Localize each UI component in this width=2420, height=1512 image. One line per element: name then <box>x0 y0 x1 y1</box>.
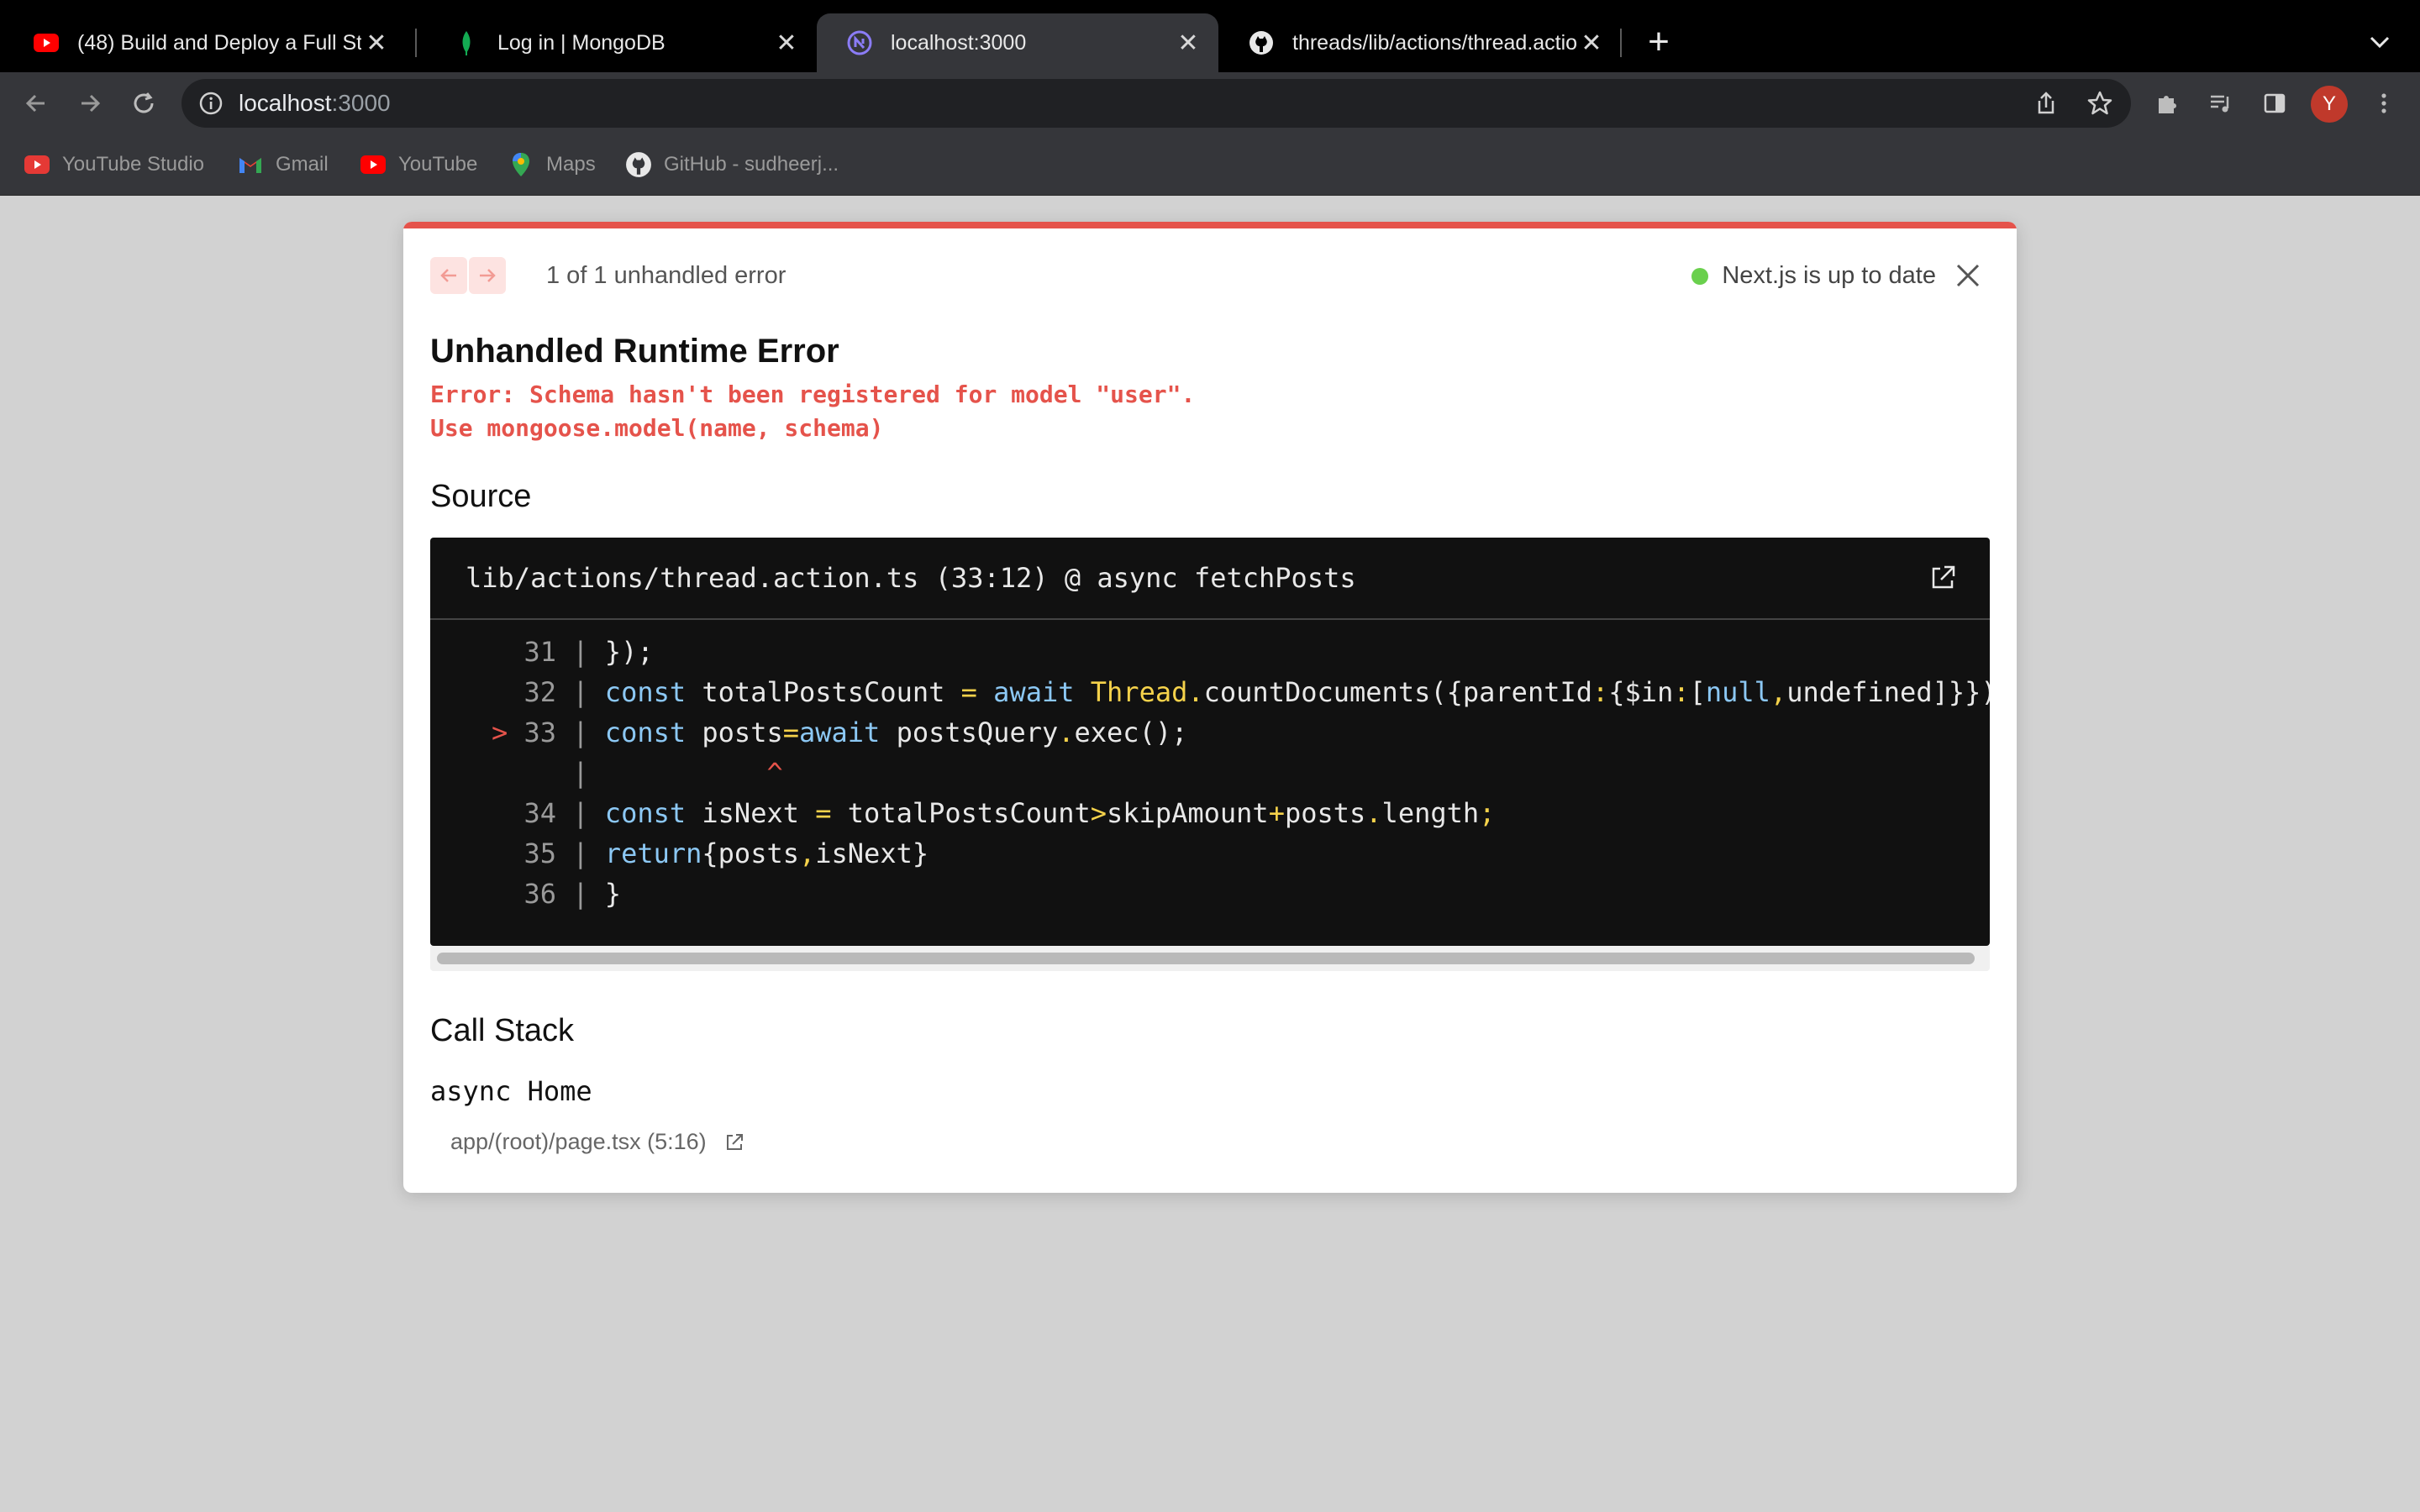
puzzle-icon <box>2159 96 2176 113</box>
error-message: Error: Schema hasn't been registered for… <box>430 381 1196 442</box>
maps-icon <box>508 151 534 178</box>
tab-localhost[interactable]: localhost:3000 ✕ <box>817 13 1218 72</box>
github-icon <box>1249 30 1274 55</box>
tab-github[interactable]: threads/lib/actions/thread.action.ts ✕ <box>1218 13 1622 72</box>
close-tab-icon[interactable]: ✕ <box>361 29 392 58</box>
previous-error-button[interactable] <box>430 257 467 294</box>
side-panel-button[interactable] <box>2255 84 2294 123</box>
stack-frame-location[interactable]: app/(root)/page.tsx (5:16) <box>450 1129 745 1155</box>
code-line: 31 | }); <box>523 636 654 668</box>
bookmark-label: YouTube Studio <box>62 153 205 176</box>
bookmark-youtube[interactable]: YouTube <box>360 150 477 180</box>
stack-frame-name: async Home <box>430 1075 592 1107</box>
code-line: 34 | const isNext = totalPostsCount>skip… <box>523 797 1496 829</box>
close-tab-icon[interactable]: ✕ <box>1173 29 1203 58</box>
code-line-error: > 33 | const posts=await postsQuery.exec… <box>491 717 1188 748</box>
gmail-icon <box>237 151 264 178</box>
mongodb-leaf-icon <box>454 30 479 55</box>
nextjs-icon <box>847 30 872 55</box>
playlist-icon <box>2211 95 2229 113</box>
next-error-button[interactable] <box>469 257 506 294</box>
tab-separator <box>1620 29 1622 57</box>
bookmark-gmail[interactable]: Gmail <box>237 150 329 180</box>
source-file-path[interactable]: lib/actions/thread.action.ts (33:12) @ a… <box>466 538 1356 618</box>
code-line: 32 | const totalPostsCount = await Threa… <box>523 676 1990 708</box>
bookmark-label: Gmail <box>276 153 329 176</box>
close-tab-icon[interactable]: ✕ <box>1576 29 1607 58</box>
error-accent-bar <box>403 222 2017 228</box>
address-bar[interactable]: localhost:3000 <box>182 79 2131 128</box>
github-icon <box>625 151 652 178</box>
share-icon[interactable] <box>2032 89 2060 118</box>
close-icon <box>1956 264 1980 287</box>
call-stack-heading: Call Stack <box>430 1013 575 1048</box>
tab-title: Log in | MongoDB <box>497 30 666 55</box>
stack-frame-path[interactable]: app/(root)/page.tsx (5:16) <box>450 1129 707 1155</box>
bookmark-label: Maps <box>546 153 596 176</box>
bookmark-label: YouTube <box>398 153 478 176</box>
back-button[interactable] <box>17 84 55 123</box>
reload-icon <box>134 92 154 113</box>
bookmarks-bar: YouTube Studio Gmail YouTube Maps GitHub… <box>0 134 2420 196</box>
code-lines: 31 | }); 32 | const totalPostsCount = aw… <box>430 632 1990 914</box>
youtube-studio-icon <box>24 151 50 178</box>
youtube-icon <box>360 151 387 178</box>
tab-separator <box>415 29 417 57</box>
bookmark-label: GitHub - sudheerj... <box>664 153 839 176</box>
bookmark-maps[interactable]: Maps <box>508 150 596 180</box>
browser-toolbar: localhost:3000 Y <box>0 72 2420 134</box>
external-link-icon[interactable] <box>723 1131 745 1153</box>
tab-title: localhost:3000 <box>891 30 1027 55</box>
tab-youtube[interactable]: (48) Build and Deploy a Full Stack ✕ <box>3 13 407 72</box>
close-overlay-button[interactable] <box>1951 259 1985 292</box>
profile-avatar[interactable]: Y <box>2311 86 2348 123</box>
code-caret-line: | ^ <box>572 757 783 789</box>
side-panel-icon <box>2264 93 2286 113</box>
source-code-frame: lib/actions/thread.action.ts (33:12) @ a… <box>430 538 1990 946</box>
bookmark-star-icon[interactable] <box>2086 89 2114 118</box>
open-in-editor-icon[interactable] <box>1928 563 1958 593</box>
status-text: Next.js is up to date <box>1722 262 1936 289</box>
source-file-header: lib/actions/thread.action.ts (33:12) @ a… <box>430 538 1990 620</box>
bookmark-github[interactable]: GitHub - sudheerj... <box>625 150 839 180</box>
reload-button[interactable] <box>124 84 163 123</box>
arrow-left-icon <box>25 94 45 113</box>
close-tab-icon[interactable]: ✕ <box>771 29 802 58</box>
error-overlay-dialog: 1 of 1 unhandled error Next.js is up to … <box>403 222 2017 1193</box>
extensions-button[interactable] <box>2148 84 2186 123</box>
error-title: Unhandled Runtime Error <box>430 333 839 370</box>
scrollbar-thumb[interactable] <box>437 953 1975 964</box>
code-line: 35 | return{posts,isNext} <box>523 837 929 869</box>
tab-mongodb[interactable]: Log in | MongoDB ✕ <box>424 13 817 72</box>
error-counter: 1 of 1 unhandled error <box>546 262 786 289</box>
url-text: localhost:3000 <box>239 90 391 116</box>
tab-title: (48) Build and Deploy a Full Stack <box>77 30 361 55</box>
forward-button[interactable] <box>71 84 109 123</box>
bookmark-youtube-studio[interactable]: YouTube Studio <box>24 150 204 180</box>
browser-menu-button[interactable] <box>2365 84 2403 123</box>
site-info-icon[interactable] <box>198 91 224 116</box>
status-ok-dot <box>1691 267 1709 285</box>
code-horizontal-scrollbar[interactable] <box>430 946 1990 971</box>
source-heading: Source <box>430 479 532 514</box>
nextjs-version-status: Next.js is up to date <box>1691 262 1936 290</box>
youtube-icon <box>34 30 59 55</box>
tab-strip: (48) Build and Deploy a Full Stack ✕ Log… <box>0 0 2420 72</box>
tab-title: threads/lib/actions/thread.action.ts <box>1292 30 1576 55</box>
arrow-right-icon <box>480 269 496 282</box>
arrow-right-icon <box>82 94 101 113</box>
media-controls-button[interactable] <box>2202 84 2240 123</box>
new-tab-button[interactable]: + <box>1639 18 1679 66</box>
more-vertical-icon <box>2381 93 2386 113</box>
arrow-left-icon <box>440 269 456 282</box>
code-line: 36 | } <box>523 878 622 910</box>
chevron-down-icon[interactable] <box>2363 25 2396 59</box>
